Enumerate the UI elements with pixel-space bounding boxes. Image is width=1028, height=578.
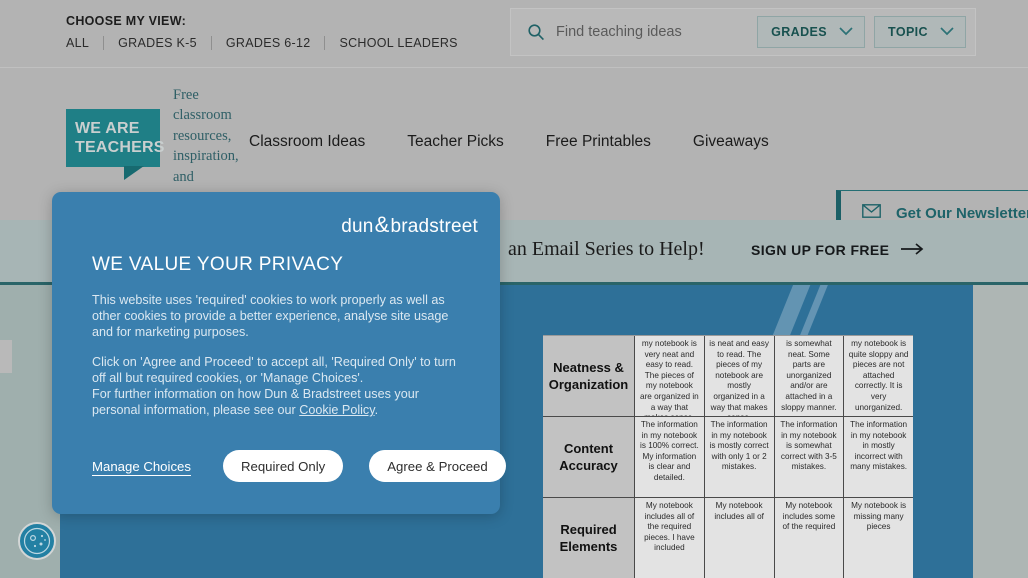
rubric-cell: my notebook is very neat and easy to rea… (635, 336, 705, 416)
consent-paragraph-2a: Click on 'Agree and Proceed' to accept a… (92, 355, 456, 385)
rubric-cell: My notebook includes all of the required… (635, 498, 705, 578)
topic-filter-dropdown[interactable]: TOPIC (874, 16, 966, 48)
rubric-thumbnail (0, 340, 12, 373)
chevron-down-icon (838, 25, 854, 39)
nav-item-teacher-picks[interactable]: Teacher Picks (407, 133, 503, 151)
view-option-all[interactable]: ALL (66, 36, 89, 50)
rubric-row: Content Accuracy The information in my n… (543, 417, 913, 498)
nav-item-classroom-ideas[interactable]: Classroom Ideas (249, 133, 365, 151)
rubric-criterion-label: Content Accuracy (543, 417, 635, 497)
cookie-policy-link[interactable]: Cookie Policy (299, 403, 374, 417)
view-chooser: CHOOSE MY VIEW: ALL GRADES K-5 GRADES 6-… (66, 12, 458, 50)
brand-part-two: bradstreet (390, 216, 478, 237)
consent-dialog-body: This website uses 'required' cookies to … (92, 292, 470, 418)
privacy-consent-dialog: dun & bradstreet WE VALUE YOUR PRIVACY T… (52, 192, 506, 514)
rubric-cell: The information in my notebook in mostly… (844, 417, 913, 497)
required-only-button[interactable]: Required Only (222, 450, 344, 482)
rubric-cell: is neat and easy to read. The pieces of … (704, 336, 775, 416)
grades-filter-dropdown[interactable]: GRADES (757, 16, 866, 48)
rubric-criterion-label: Neatness & Organization (543, 336, 635, 416)
rubric-criterion-label: Required Elements (543, 498, 635, 578)
grades-filter-label: GRADES (771, 25, 828, 39)
view-option-grades-6-12[interactable]: GRADES 6-12 (226, 36, 311, 50)
logo-tail-shape (124, 166, 144, 180)
rubric-cell: The information in my notebook is mostly… (704, 417, 775, 497)
search-icon[interactable] (527, 23, 545, 41)
rubric-cell: The information in my notebook is somewh… (774, 417, 845, 497)
site-tagline: Free classroom resources, inspiration, a… (173, 87, 239, 185)
view-separator (324, 36, 326, 50)
consent-paragraph-2-end: . (374, 403, 379, 417)
ampersand-icon: & (374, 212, 390, 237)
rubric-cell: My notebook includes some of the require… (774, 498, 845, 578)
consent-dialog-actions: Manage Choices Required Only Agree & Pro… (92, 450, 506, 482)
logo-text-line2: TEACHERS (75, 139, 165, 156)
site-logo[interactable]: WE ARE TEACHERS (66, 109, 164, 180)
sign-up-for-free-link[interactable]: SIGN UP FOR FREE (751, 242, 925, 258)
sign-up-for-free-label: SIGN UP FOR FREE (751, 242, 890, 258)
consent-paragraph-1: This website uses 'required' cookies to … (92, 293, 449, 339)
arrow-right-icon (901, 242, 925, 258)
view-separator (210, 36, 212, 50)
dun-bradstreet-logo: dun & bradstreet (341, 212, 478, 238)
cookie-settings-icon[interactable] (18, 522, 56, 560)
rubric-cell: The information in my notebook is 100% c… (635, 417, 705, 497)
rubric-cell: My notebook is missing many pieces (844, 498, 913, 578)
utility-bar: CHOOSE MY VIEW: ALL GRADES K-5 GRADES 6-… (0, 0, 1028, 68)
brand-part-one: dun (341, 216, 374, 237)
agree-and-proceed-button[interactable]: Agree & Proceed (369, 450, 506, 482)
primary-nav: Classroom Ideas Teacher Picks Free Print… (249, 133, 811, 151)
rubric-row: Neatness & Organization my notebook is v… (543, 336, 913, 417)
manage-choices-link[interactable]: Manage Choices (92, 459, 191, 474)
nav-item-free-printables[interactable]: Free Printables (546, 133, 651, 151)
consent-paragraph-2: Click on 'Agree and Proceed' to accept a… (92, 354, 470, 418)
view-option-grades-k5[interactable]: GRADES K-5 (118, 36, 197, 50)
choose-my-view-label: CHOOSE MY VIEW: (66, 14, 187, 28)
logo-text-line1: WE ARE (75, 120, 140, 137)
chevron-down-icon (939, 25, 955, 39)
rubric-cell: my notebook is quite sloppy and pieces a… (844, 336, 913, 416)
rubric-cell: My notebook includes all of (704, 498, 775, 578)
view-option-school-leaders[interactable]: SCHOOL LEADERS (339, 36, 457, 50)
search-bar: GRADES TOPIC (510, 8, 976, 56)
topic-filter-label: TOPIC (888, 25, 928, 39)
logo-text: WE ARE TEACHERS (75, 119, 165, 157)
rubric-row: Required Elements My notebook includes a… (543, 498, 913, 578)
page-root: CHOOSE MY VIEW: ALL GRADES K-5 GRADES 6-… (0, 0, 1028, 578)
promo-headline: an Email Series to Help! (508, 238, 705, 260)
view-separator (103, 36, 105, 50)
rubric-cell: is somewhat neat. Some parts are unorgan… (774, 336, 845, 416)
view-options-list: ALL GRADES K-5 GRADES 6-12 SCHOOL LEADER… (66, 36, 458, 50)
rubric-example-image: Neatness & Organization my notebook is v… (543, 335, 913, 578)
consent-dialog-title: WE VALUE YOUR PRIVACY (92, 254, 344, 275)
nav-item-giveaways[interactable]: Giveaways (693, 133, 769, 151)
search-input[interactable] (556, 24, 758, 40)
